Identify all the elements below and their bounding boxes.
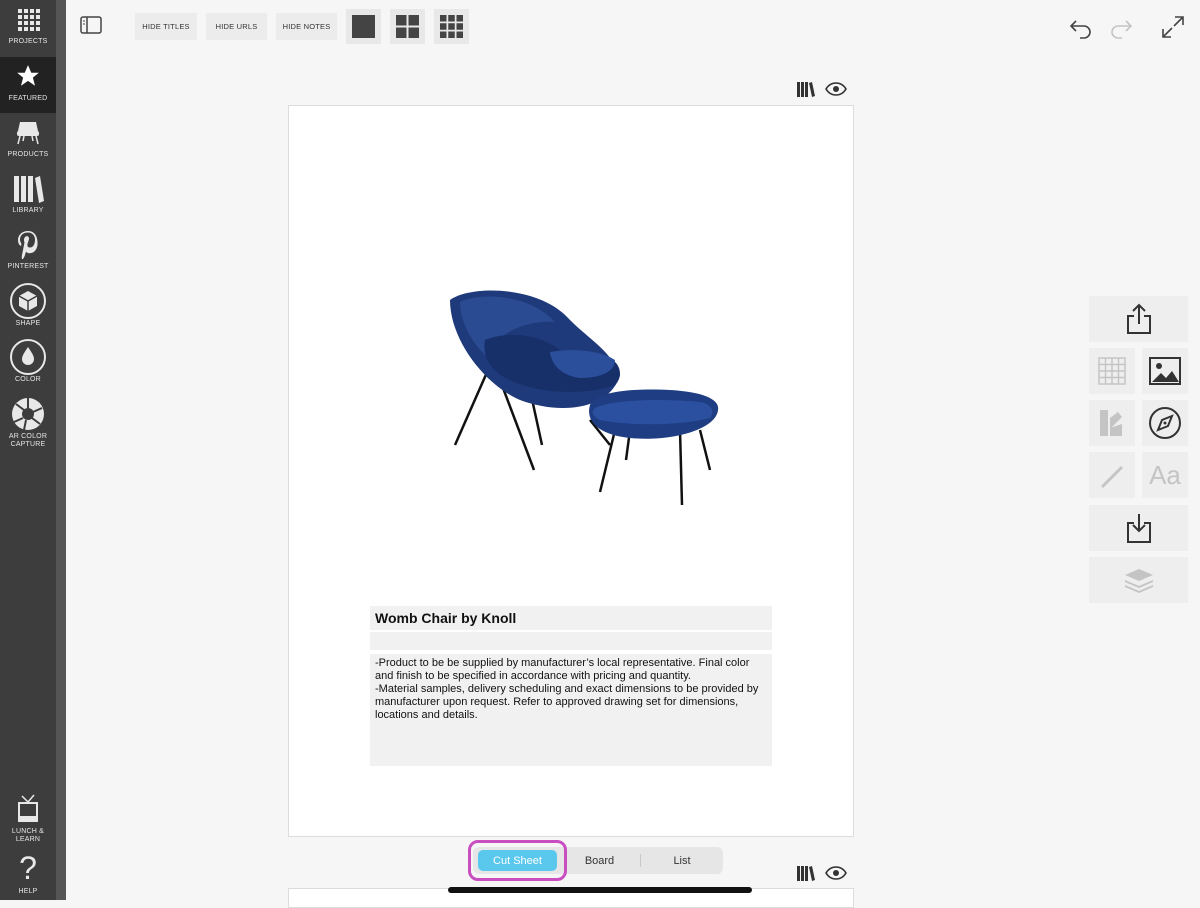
share-icon <box>1126 303 1151 334</box>
eye-icon[interactable] <box>825 79 847 99</box>
segment-divider <box>640 854 641 867</box>
sidebar-item-color[interactable]: COLOR <box>0 338 56 394</box>
layout-single-button[interactable] <box>346 9 381 44</box>
swatch-icon <box>1100 410 1122 436</box>
sidebar-item-projects[interactable]: PROJECTS <box>0 0 56 56</box>
sidebar-item-label: LUNCH & LEARN <box>11 828 45 843</box>
pinterest-icon <box>0 225 56 263</box>
undo-icon[interactable] <box>1068 14 1094 40</box>
compass-tool-button[interactable] <box>1142 400 1188 446</box>
grid-icon <box>1098 357 1126 385</box>
sidebar-item-label: PINTEREST <box>7 263 49 270</box>
sidebar-item-label: LIBRARY <box>12 207 44 214</box>
sidebar-item-library[interactable]: LIBRARY <box>0 169 56 225</box>
sidebar-item-label: SHAPE <box>15 320 41 327</box>
projects-grid-icon <box>0 0 56 38</box>
tv-icon <box>0 790 56 828</box>
sidebar-item-help[interactable]: ? HELP <box>0 848 56 900</box>
swatch-tool-button[interactable] <box>1089 400 1135 446</box>
compass-icon <box>1149 407 1181 439</box>
layers-button[interactable] <box>1089 557 1188 603</box>
text-tool-icon[interactable]: Aa <box>1142 452 1188 498</box>
sidebar-item-lunch-and-learn[interactable]: LUNCH & LEARN <box>0 790 56 848</box>
sidebar-item-label: HELP <box>18 888 38 895</box>
product-image[interactable] <box>430 280 730 510</box>
library-icon[interactable] <box>796 79 816 99</box>
aperture-icon <box>0 395 56 433</box>
highlight-ring <box>468 840 567 881</box>
product-url-field[interactable] <box>370 632 772 650</box>
redo-icon[interactable] <box>1108 14 1134 40</box>
hide-notes-button[interactable]: HIDE NOTES <box>276 13 337 40</box>
sidebar-item-ar-color-capture[interactable]: AR COLOR CAPTURE <box>0 395 56 457</box>
sidebar-item-label: AR COLOR CAPTURE <box>8 433 48 448</box>
sidebar-item-label: PRODUCTS <box>7 151 49 158</box>
grid-tool-button[interactable] <box>1089 348 1135 394</box>
cube-icon <box>0 282 56 320</box>
segment-board[interactable]: Board <box>563 847 636 874</box>
sidebar-item-label: FEATURED <box>8 95 48 102</box>
library-icon[interactable] <box>796 863 816 883</box>
sidebar-item-featured[interactable]: FEATURED <box>0 57 56 113</box>
drop-icon <box>0 338 56 376</box>
layout-3x3-button[interactable] <box>434 9 469 44</box>
layers-icon <box>1124 569 1153 593</box>
sidebar-item-label: PROJECTS <box>8 38 48 45</box>
sidebar-item-pinterest[interactable]: PINTEREST <box>0 225 56 281</box>
image-tool-button[interactable] <box>1142 348 1188 394</box>
image-icon <box>1149 357 1181 385</box>
hide-titles-button[interactable]: HIDE TITLES <box>135 13 197 40</box>
product-title[interactable]: Womb Chair by Knoll <box>370 606 772 630</box>
share-button[interactable] <box>1089 296 1188 342</box>
eye-icon[interactable] <box>825 863 847 883</box>
pen-icon <box>1101 466 1123 488</box>
books-icon <box>0 169 56 207</box>
chair-icon <box>0 113 56 151</box>
fullscreen-icon[interactable] <box>1160 14 1186 40</box>
sidebar-toggle-icon[interactable] <box>80 16 102 34</box>
layout-single-icon <box>352 15 375 38</box>
segment-list[interactable]: List <box>643 847 721 874</box>
home-indicator <box>448 887 752 893</box>
sidebar: PROJECTS FEATURED PRODUCTS LIBRARY PINTE… <box>0 0 56 900</box>
sidebar-item-shape[interactable]: SHAPE <box>0 282 56 338</box>
sidebar-edge <box>56 0 66 900</box>
product-notes[interactable]: -Product to be be supplied by manufactur… <box>370 654 772 766</box>
star-icon <box>0 57 56 95</box>
download-button[interactable] <box>1089 505 1188 551</box>
layout-2x2-icon <box>396 15 419 38</box>
sidebar-item-label: COLOR <box>15 376 41 383</box>
pen-tool-button[interactable] <box>1089 452 1135 498</box>
sidebar-item-products[interactable]: PRODUCTS <box>0 113 56 169</box>
layout-3x3-icon <box>440 15 463 38</box>
question-icon: ? <box>19 849 37 886</box>
download-icon <box>1126 514 1151 543</box>
layout-2x2-button[interactable] <box>390 9 425 44</box>
hide-urls-button[interactable]: HIDE URLS <box>206 13 267 40</box>
